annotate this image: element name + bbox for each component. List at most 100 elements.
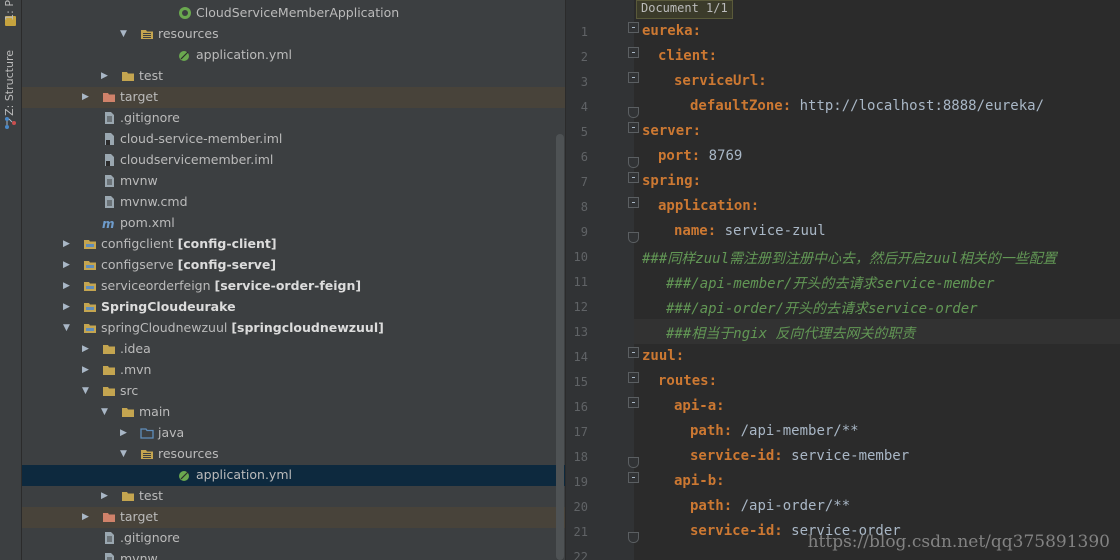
expand-arrow-icon[interactable]: ▶ [101,490,111,502]
collapse-arrow-icon[interactable]: ▼ [120,28,130,40]
tree-row[interactable]: ▶ java [22,423,565,444]
tree-row[interactable]: .gitignore [22,108,565,129]
code-line[interactable]: zuul: [642,348,684,364]
tree-row[interactable]: ▼ resources [22,24,565,45]
yaml-key: api-b: [674,473,725,489]
fold-marker-icon[interactable] [628,172,639,183]
fold-marker-icon[interactable] [628,347,639,358]
tree-row[interactable]: application.yml [22,465,565,486]
fold-marker-icon[interactable] [628,72,639,83]
code-line[interactable]: api-b: [674,473,725,489]
line-number: 14 [573,350,588,364]
fold-end-icon[interactable] [628,107,639,118]
code-line[interactable]: path: /api-order/** [690,498,850,514]
code-line[interactable]: serviceUrl: [674,73,767,89]
tree-row[interactable]: m pom.xml [22,213,565,234]
tree-row[interactable]: CloudServiceMemberApplication [22,3,565,24]
code-editor[interactable]: Document 1/1 1 eureka: 2 client: 3 serviceUrl… [566,0,1120,560]
tree-row[interactable]: mvnw.cmd [22,192,565,213]
code-line[interactable]: ###/api-order/开头的去请求service-order [666,298,978,318]
code-line[interactable]: ###同样zuul需注册到注册中心去，然后开启zuul相关的一些配置 [642,248,1057,268]
tree-row[interactable]: application.yml [22,45,565,66]
fold-marker-icon[interactable] [628,197,639,208]
tree-row[interactable]: ▼ springCloudnewzuul [springcloudnewzuul] [22,318,565,339]
fold-marker-icon[interactable] [628,122,639,133]
tree-row[interactable]: ▶ .idea [22,339,565,360]
tree-row-label: configserve [config-serve] [101,257,277,272]
expand-arrow-icon[interactable]: ▶ [82,364,92,376]
yaml-value: service-zuul [716,223,826,239]
tree-row[interactable]: cloudservicemember.iml [22,150,565,171]
tree-row[interactable]: ▼ main [22,402,565,423]
code-line[interactable]: path: /api-member/** [690,423,859,439]
tree-row[interactable]: ▶ configserve [config-serve] [22,255,565,276]
tree-row[interactable]: mvnw [22,171,565,192]
code-line[interactable]: server: [642,123,701,139]
line-number: 15 [573,375,588,389]
tree-row[interactable]: ▶ test [22,66,565,87]
fold-marker-icon[interactable] [628,472,639,483]
tree-row[interactable]: ▶ configclient [config-client] [22,234,565,255]
file-icon [102,111,116,125]
yaml-key: service-id: [690,523,783,539]
tree-row[interactable]: mvnw [22,549,565,560]
fold-marker-icon[interactable] [628,397,639,408]
expand-arrow-icon[interactable]: ▶ [82,343,92,355]
code-line[interactable]: routes: [658,373,717,389]
tree-row[interactable]: ▶ target [22,507,565,528]
code-line[interactable]: eureka: [642,23,701,39]
tree-row[interactable]: ▶ serviceorderfeign [service-order-feign] [22,276,565,297]
fold-marker-icon[interactable] [628,47,639,58]
fold-end-icon[interactable] [628,532,639,543]
tree-row[interactable]: ▶ target [22,87,565,108]
code-line[interactable]: client: [658,48,717,64]
code-line[interactable]: ###相当于ngix 反向代理去网关的职责 [666,323,915,343]
expand-arrow-icon[interactable]: ▶ [120,427,130,439]
tree-row[interactable]: ▶ test [22,486,565,507]
code-line[interactable]: api-a: [674,398,725,414]
code-line[interactable]: ###/api-member/开头的去请求service-member [666,273,994,293]
expand-arrow-icon[interactable]: ▶ [63,259,73,271]
resources-folder-icon [140,447,154,461]
fold-end-icon[interactable] [628,157,639,168]
fold-marker-icon[interactable] [628,22,639,33]
code-line[interactable]: application: [658,198,759,214]
expand-arrow-icon[interactable]: ▶ [82,511,92,523]
yaml-key: port: [658,148,701,164]
line-number: 11 [573,275,588,289]
project-tree-scrollbar[interactable] [556,134,564,560]
expand-arrow-icon[interactable]: ▶ [63,280,73,292]
code-line[interactable]: port: 8769 [658,148,742,164]
fold-marker-icon[interactable] [628,372,639,383]
code-line[interactable]: spring: [642,173,701,189]
tree-row[interactable]: .gitignore [22,528,565,549]
expand-arrow-icon[interactable]: ▶ [82,91,92,103]
expand-arrow-icon[interactable]: ▶ [63,238,73,250]
tree-row[interactable]: ▶ .mvn [22,360,565,381]
folder-target-icon [102,510,116,524]
tree-row[interactable]: ▶ SpringCloudeurake [22,297,565,318]
tree-row-label: application.yml [196,47,292,62]
expand-arrow-icon[interactable]: ▶ [101,70,111,82]
file-icon [102,174,116,188]
tree-row[interactable]: cloud-service-member.iml [22,129,565,150]
tree-row[interactable]: ▼ resources [22,444,565,465]
collapse-arrow-icon[interactable]: ▼ [120,448,130,460]
collapse-arrow-icon[interactable]: ▼ [63,322,73,334]
maven-file-icon: m [102,216,116,231]
file-icon [102,531,116,545]
code-line[interactable]: defaultZone: http://localhost:8888/eurek… [690,98,1044,114]
fold-end-icon[interactable] [628,232,639,243]
structure-tool-tab[interactable]: Z: Structure [3,50,16,116]
structure-icon[interactable] [4,116,17,130]
code-line[interactable]: service-id: service-member [690,448,909,464]
project-tool-tab[interactable]: 1: P [3,0,16,21]
collapse-arrow-icon[interactable]: ▼ [101,406,111,418]
yaml-key: server: [642,123,702,139]
expand-arrow-icon[interactable]: ▶ [63,301,73,313]
collapse-arrow-icon[interactable]: ▼ [82,385,92,397]
fold-end-icon[interactable] [628,457,639,468]
tree-row-label: src [120,383,139,398]
tree-row[interactable]: ▼ src [22,381,565,402]
code-line[interactable]: name: service-zuul [674,223,826,239]
